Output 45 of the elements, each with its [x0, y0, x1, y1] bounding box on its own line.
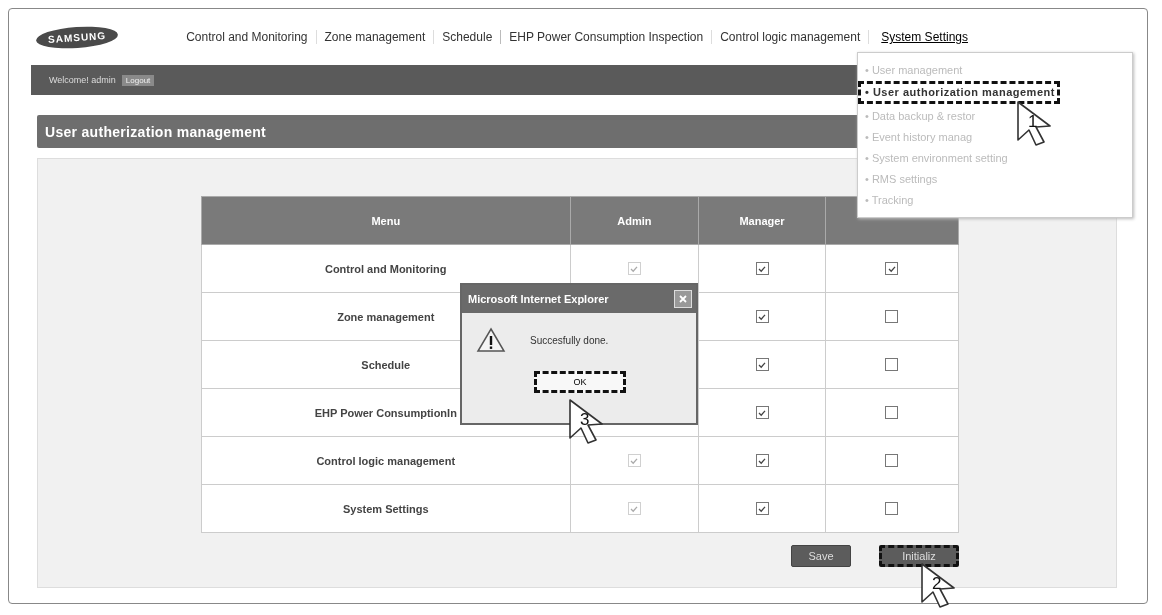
checkbox[interactable] [885, 406, 899, 420]
checkbox[interactable] [885, 310, 899, 324]
table-cell: Control logic management [201, 436, 570, 485]
check-icon [757, 359, 768, 370]
step-number: 2 [932, 575, 942, 592]
page-title: User autherization management [45, 123, 267, 140]
nav-item[interactable]: Control and Monitoring [178, 30, 317, 44]
save-button[interactable]: Save [791, 545, 851, 567]
column-header: Manager [698, 196, 826, 245]
nav-item[interactable]: Zone management [316, 30, 435, 44]
nav-item[interactable]: Schedule [434, 30, 502, 44]
checkbox[interactable] [755, 310, 769, 324]
ok-button[interactable]: OK [534, 371, 626, 393]
step-number: 3 [580, 411, 590, 428]
check-icon [757, 503, 768, 514]
checkbox[interactable] [755, 406, 769, 420]
logout-button[interactable]: Logout [121, 74, 155, 86]
checkbox[interactable] [755, 454, 769, 468]
pointer-icon [566, 398, 606, 444]
pointer-icon [1014, 100, 1054, 146]
step-number: 1 [1028, 113, 1038, 130]
checkbox[interactable] [755, 262, 769, 276]
check-icon [886, 263, 897, 274]
table-cell: System Settings [201, 484, 570, 533]
check-icon [757, 455, 768, 466]
initialize-button[interactable]: Initializ [879, 545, 959, 567]
checkbox[interactable] [755, 358, 769, 372]
nav-item[interactable]: EHP Power Consumption Inspection [501, 30, 713, 44]
nav-item[interactable]: Control logic management [712, 30, 870, 44]
close-button[interactable] [674, 290, 692, 308]
checkbox[interactable] [885, 358, 899, 372]
checkbox[interactable] [885, 262, 899, 276]
welcome-text: Welcome! admin [49, 75, 116, 85]
column-header: Menu [201, 196, 570, 245]
checkbox[interactable] [885, 502, 899, 516]
nav-item[interactable]: System Settings [873, 30, 976, 44]
check-icon [757, 311, 768, 322]
checkbox[interactable] [885, 454, 899, 468]
column-header: Admin [570, 196, 699, 245]
close-icon [678, 294, 688, 304]
checkbox[interactable] [755, 502, 769, 516]
check-icon [757, 263, 768, 274]
warning-icon [476, 327, 506, 353]
menu-item[interactable]: • User authorization management [858, 81, 1060, 104]
check-icon [757, 407, 768, 418]
